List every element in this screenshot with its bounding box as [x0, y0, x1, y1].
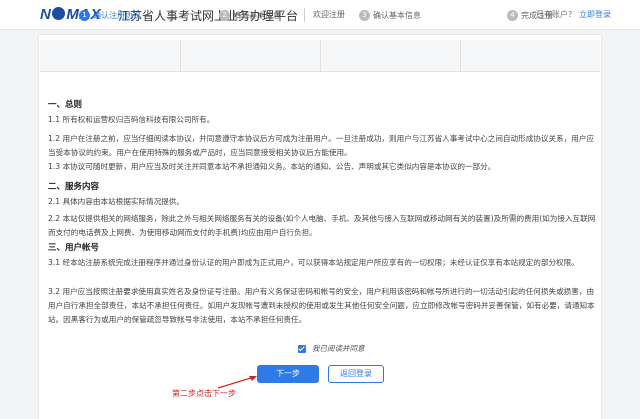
agreement-paragraph: 2.1 具体内容由本站根据实际情况提供。: [48, 197, 184, 206]
step-divider: [320, 40, 321, 72]
step-label-3: 确认基本信息: [373, 11, 421, 20]
step-number-2: 2: [219, 10, 230, 21]
section-title-service: 二、服务内容: [48, 182, 100, 192]
step-confirm-agreement: 1 确认注册协议: [40, 10, 180, 21]
agreement-paragraph: 1.1 所有权和运营权归吉码信科技有限公司所有。: [48, 115, 215, 124]
step-divider: [460, 40, 461, 72]
step-number-1: 1: [79, 10, 90, 21]
agree-checkbox[interactable]: [298, 344, 306, 353]
agreement-paragraph: 1.3 本协议可随时更新，用户应当及时关注并同意本站不承担通知义务。本站的通知、…: [48, 162, 496, 171]
agree-checkbox-row[interactable]: 我已阅读并同意: [298, 343, 365, 354]
agreement-paragraph: 3.1 经本站注册系统完成注册程序并通过身份认证的用户即成为正式用户，可以获得本…: [48, 258, 579, 267]
step-label-4: 完成注册: [521, 11, 553, 20]
step-fill-basic-info: 2 填写基本信息: [180, 10, 320, 21]
agreement-paragraph: 3.2 用户应当按照注册要求使用真实姓名及身份证号注册。用户有义务保证密码和帐号…: [48, 287, 595, 324]
step-complete-registration: 4 完成注册: [460, 10, 600, 21]
section-title-account: 三、用户帐号: [48, 243, 100, 253]
agree-label: 我已阅读并同意: [312, 344, 365, 353]
step-confirm-basic-info: 3 确认基本信息: [320, 10, 460, 21]
step-number-4: 4: [507, 10, 518, 21]
next-step-button[interactable]: 下一步: [257, 365, 319, 383]
agreement-paragraph: 2.2 本站仅提供相关的网络服务，除此之外与相关网络服务有关的设备(如个人电脑、…: [48, 214, 596, 237]
step-label-2: 填写基本信息: [233, 11, 281, 20]
annotation-text: 第二步点击下一步: [172, 389, 236, 398]
step-label-1: 确认注册协议: [93, 11, 141, 20]
section-title-general: 一、总则: [48, 100, 83, 110]
agreement-paragraph: 1.2 用户在注册之前，应当仔细阅读本协议，并同意遵守本协议后方可成为注册用户。…: [48, 134, 595, 157]
back-to-login-button[interactable]: 返回登录: [328, 365, 384, 383]
step-number-3: 3: [359, 10, 370, 21]
step-divider: [180, 40, 181, 72]
